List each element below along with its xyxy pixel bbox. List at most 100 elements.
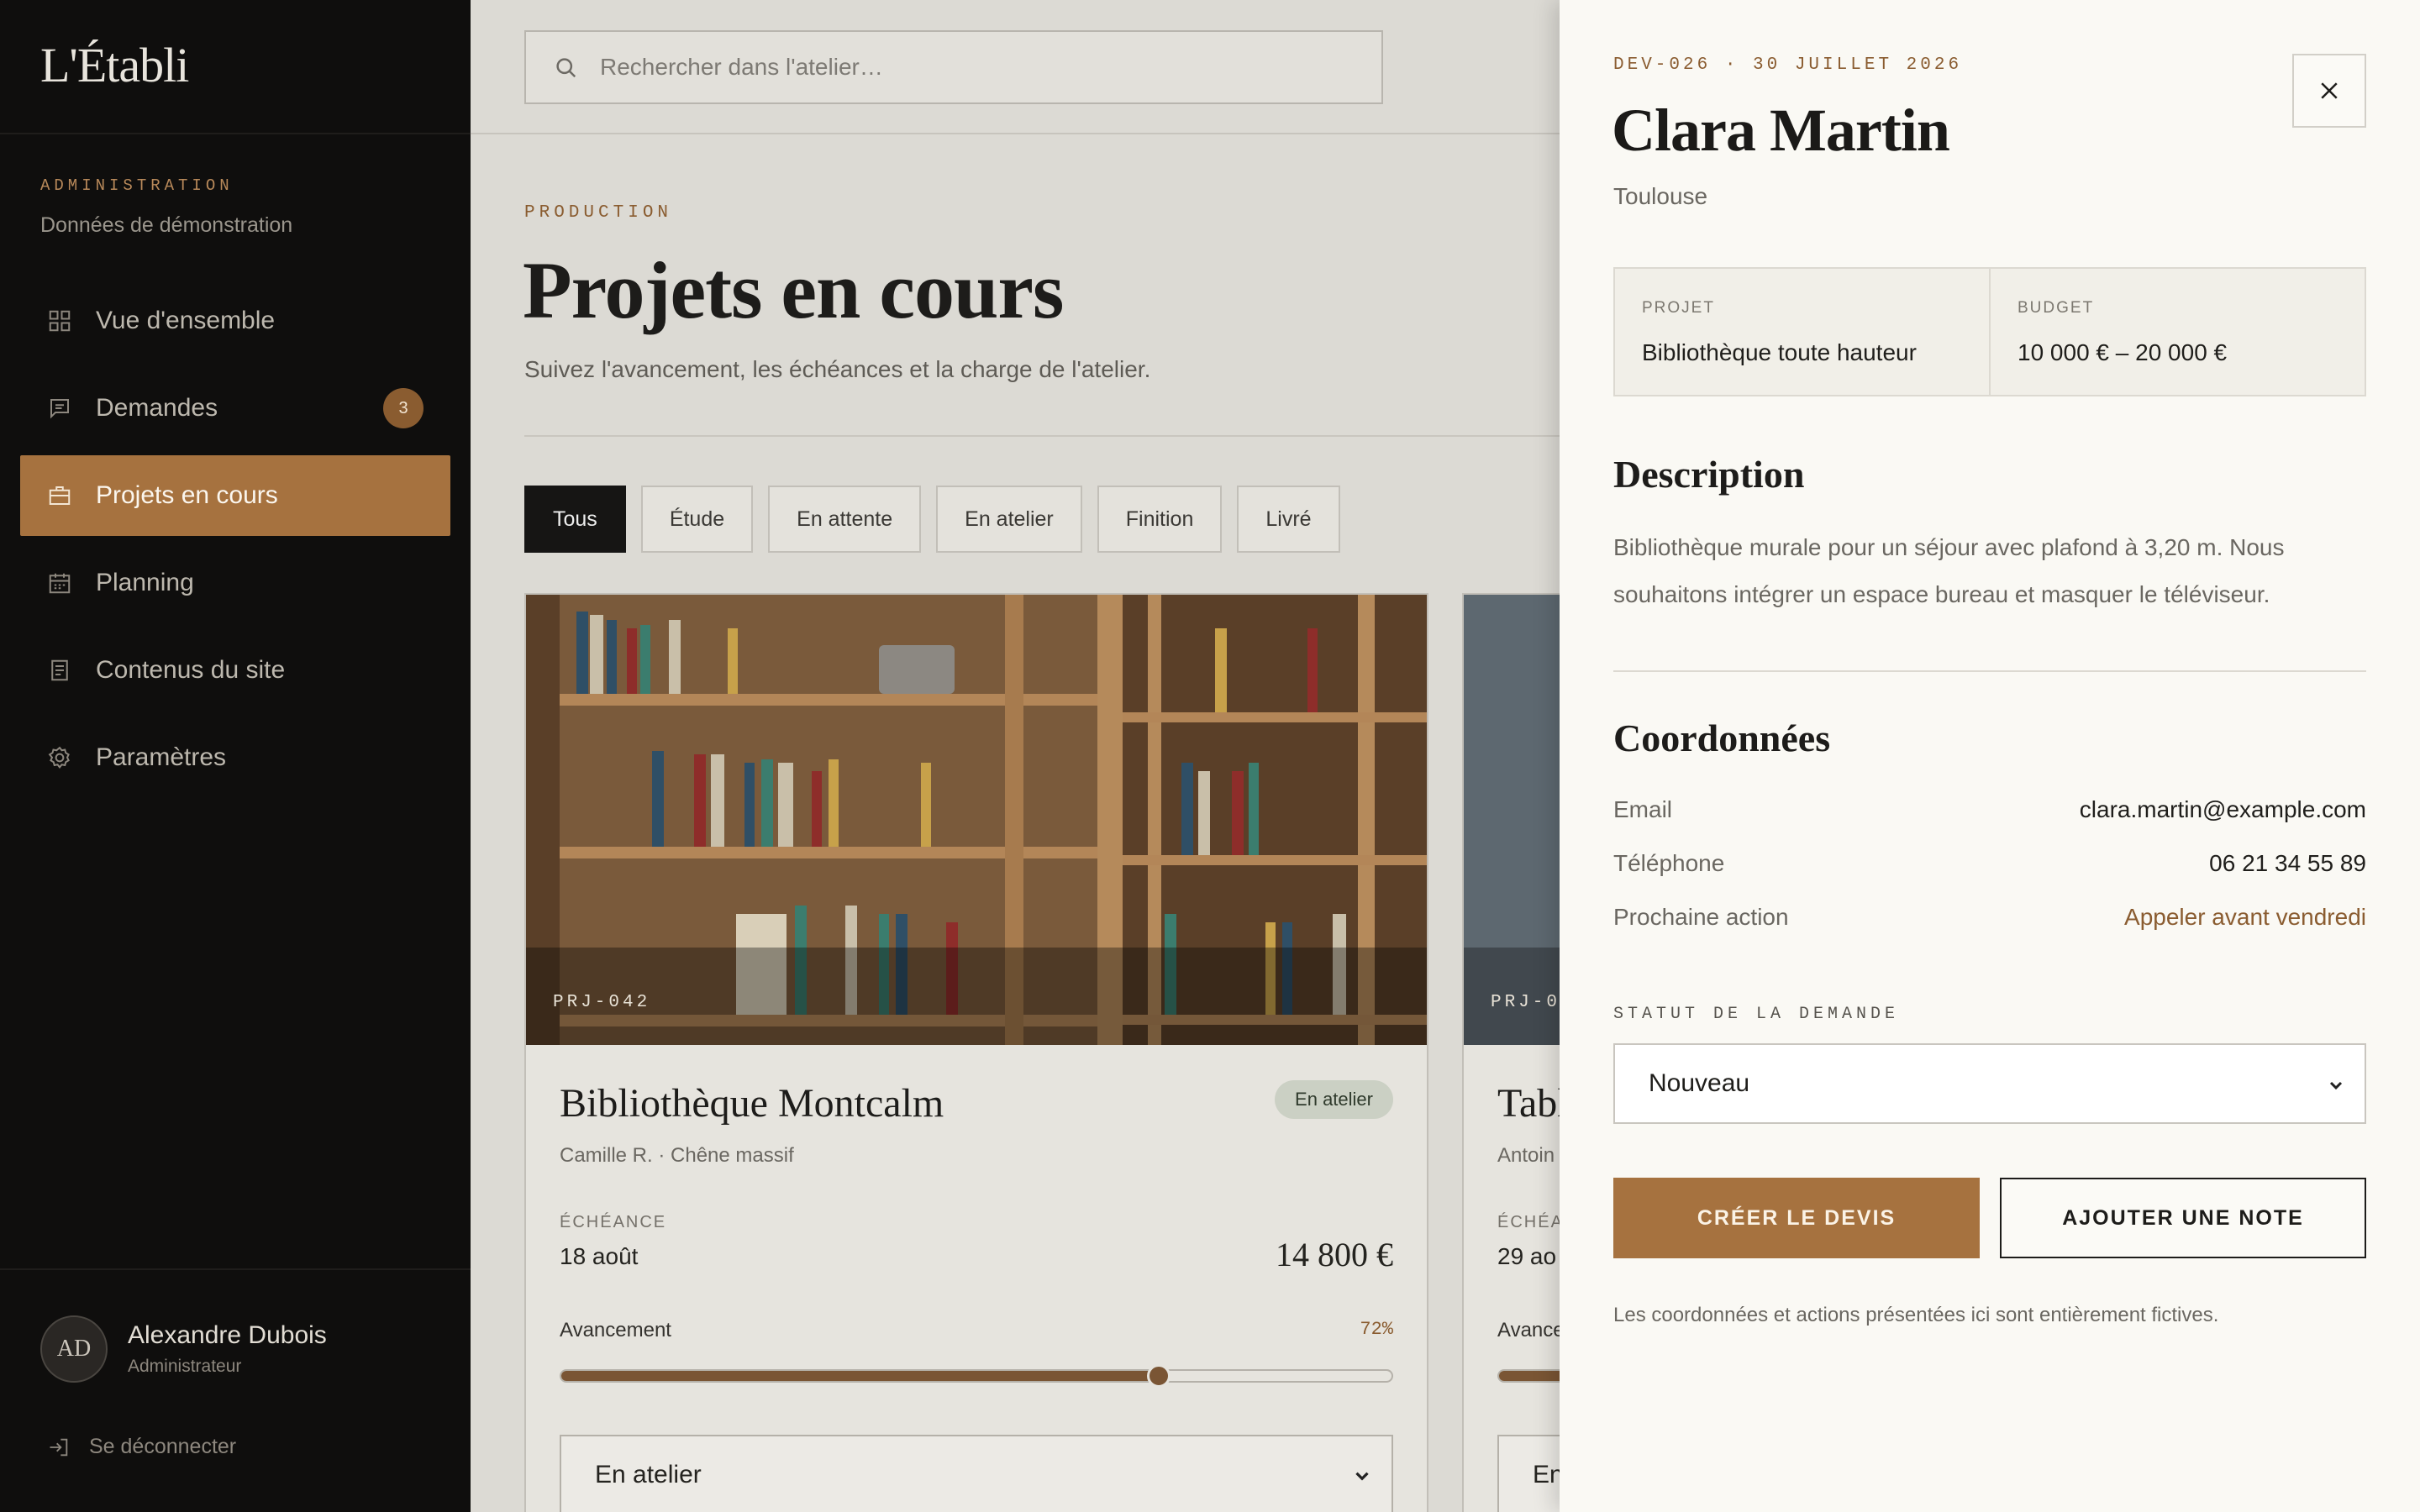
- search-placeholder: Rechercher dans l'atelier…: [600, 54, 883, 80]
- project-image: PRJ-04: [1464, 595, 1560, 1045]
- budget-cell: BUDGET 10 000 € – 20 000 €: [1989, 269, 2365, 395]
- sidebar-nav: Vue d'ensemble Demandes 3 Projets en cou…: [20, 281, 450, 805]
- chevron-down-icon: [2329, 1081, 2343, 1090]
- request-detail-panel: DEV-026 · 30 JUILLET 2026 Clara Martin T…: [1560, 0, 2420, 1512]
- project-meta: Camille R. · Chêne massif: [560, 1144, 794, 1167]
- main-content: Rechercher dans l'atelier… PRODUCTION Pr…: [471, 0, 1560, 1512]
- chevron-down-icon: [1355, 1472, 1369, 1481]
- logout-label: Se déconnecter: [89, 1435, 237, 1458]
- phone-label: Téléphone: [1613, 850, 1725, 876]
- sidebar: L'Établi ADMINISTRATION Données de démon…: [0, 0, 471, 1512]
- client-name: Clara Martin: [1612, 97, 1950, 164]
- filter-waiting[interactable]: En attente: [768, 486, 922, 553]
- sidebar-item-label: Contenus du site: [96, 656, 286, 684]
- project-title: Bibliothèque Montcalm: [560, 1081, 944, 1126]
- user-name: Alexandre Dubois: [128, 1321, 327, 1349]
- user-info: Alexandre Dubois Administrateur: [128, 1321, 327, 1377]
- disclaimer-note: Les coordonnées et actions présentées ic…: [1613, 1304, 2219, 1326]
- search-icon: [556, 58, 576, 78]
- request-status-select[interactable]: Nouveau: [1613, 1043, 2366, 1124]
- sidebar-item-content[interactable]: Contenus du site: [20, 630, 450, 711]
- status-label: STATUT DE LA DEMANDE: [1613, 1005, 1900, 1024]
- close-button[interactable]: [2292, 54, 2366, 128]
- deadline-label: ÉCHÉANCE: [560, 1213, 667, 1231]
- filter-study[interactable]: Étude: [640, 486, 754, 553]
- sidebar-divider: [0, 1268, 471, 1270]
- page-title: Projets en cours: [523, 245, 1064, 335]
- sidebar-item-label: Projets en cours: [96, 481, 278, 509]
- progress-label: Avancement: [560, 1319, 671, 1341]
- sidebar-item-settings[interactable]: Paramètres: [20, 717, 450, 798]
- user-role: Administrateur: [128, 1357, 242, 1376]
- status-select[interactable]: En: [1497, 1435, 1560, 1512]
- sidebar-item-label: Paramètres: [96, 743, 227, 771]
- project-title: Tabl: [1497, 1081, 1560, 1126]
- phone-row: Téléphone 06 21 34 55 89: [1613, 850, 2366, 877]
- grid-icon: [47, 308, 72, 333]
- user-profile[interactable]: AD Alexandre Dubois Administrateur: [40, 1315, 327, 1383]
- section-label: ADMINISTRATION: [40, 176, 234, 195]
- progress-slider[interactable]: [560, 1364, 1393, 1388]
- phone-value[interactable]: 06 21 34 55 89: [2209, 850, 2366, 877]
- gear-icon: [47, 745, 72, 770]
- select-value: En atelier: [595, 1461, 702, 1488]
- logout-icon: [50, 1438, 68, 1456]
- message-icon: [47, 396, 72, 421]
- page-subtitle: Suivez l'avancement, les échéances et la…: [524, 356, 1151, 382]
- sidebar-item-overview[interactable]: Vue d'ensemble: [20, 281, 450, 361]
- email-label: Email: [1613, 796, 1673, 822]
- budget-value: 10 000 € – 20 000 €: [2018, 339, 2228, 365]
- topbar: Rechercher dans l'atelier…: [471, 0, 1560, 134]
- create-quote-button[interactable]: CRÉER LE DEVIS: [1613, 1178, 1980, 1258]
- page-overline: PRODUCTION: [524, 203, 673, 223]
- project-code: PRJ-042: [553, 993, 651, 1012]
- progress-value: 72%: [1360, 1319, 1393, 1340]
- contact-heading: Coordonnées: [1613, 717, 1831, 759]
- project-card[interactable]: PRJ-04 Tabl Antoin ÉCHÉA 29 ao Avance En: [1462, 593, 1560, 1512]
- project-card[interactable]: PRJ-042 Bibliothèque Montcalm En atelier…: [524, 593, 1428, 1512]
- request-meta: DEV-026 · 30 JUILLET 2026: [1613, 55, 1963, 75]
- avatar: AD: [40, 1315, 108, 1383]
- progress-fill: [1499, 1371, 1560, 1381]
- sidebar-item-requests[interactable]: Demandes 3: [20, 368, 450, 449]
- sidebar-divider: [0, 133, 471, 134]
- project-label: PROJET: [1642, 299, 1715, 317]
- sidebar-section: ADMINISTRATION Données de démonstration: [40, 176, 292, 238]
- logout-button[interactable]: Se déconnecter: [47, 1435, 236, 1459]
- project-price: 14 800 €: [1276, 1236, 1393, 1273]
- sidebar-item-planning[interactable]: Planning: [20, 543, 450, 623]
- budget-label: BUDGET: [2018, 299, 2095, 317]
- filter-workshop[interactable]: En atelier: [936, 486, 1082, 553]
- select-value: En: [1533, 1461, 1560, 1488]
- progress-handle[interactable]: [1147, 1364, 1171, 1388]
- project-summary: PROJET Bibliothèque toute hauteur BUDGET…: [1613, 267, 2366, 396]
- filter-finishing[interactable]: Finition: [1097, 486, 1223, 553]
- briefcase-icon: [47, 483, 72, 508]
- section-subtitle: Données de démonstration: [40, 213, 293, 237]
- project-cell: PROJET Bibliothèque toute hauteur: [1615, 269, 1989, 395]
- close-icon: [2321, 82, 2338, 99]
- project-code: PRJ-04: [1491, 993, 1560, 1012]
- document-icon: [47, 658, 72, 683]
- deadline-value: 29 ao: [1497, 1243, 1557, 1269]
- page-divider: [524, 435, 1560, 437]
- next-action-label: Prochaine action: [1613, 904, 1789, 930]
- sidebar-item-projects[interactable]: Projets en cours: [20, 455, 450, 536]
- email-value[interactable]: clara.martin@example.com: [2080, 796, 2366, 823]
- next-action-value: Appeler avant vendredi: [2124, 904, 2366, 930]
- deadline-label: ÉCHÉA: [1497, 1213, 1560, 1231]
- status-select[interactable]: En atelier: [560, 1435, 1393, 1512]
- filter-all[interactable]: Tous: [524, 486, 626, 553]
- description-text: Bibliothèque murale pour un séjour avec …: [1613, 534, 2285, 607]
- calendar-icon: [47, 570, 72, 596]
- logo[interactable]: L'Établi: [40, 37, 189, 93]
- filter-delivered[interactable]: Livré: [1237, 486, 1340, 553]
- notification-badge: 3: [383, 388, 424, 428]
- add-note-button[interactable]: AJOUTER UNE NOTE: [2000, 1178, 2366, 1258]
- progress-fill: [561, 1371, 1160, 1381]
- email-row: Email clara.martin@example.com: [1613, 796, 2366, 823]
- project-image: PRJ-042: [526, 595, 1427, 1045]
- search-input[interactable]: Rechercher dans l'atelier…: [524, 30, 1383, 104]
- project-value: Bibliothèque toute hauteur: [1642, 339, 1917, 365]
- progress-slider[interactable]: [1497, 1369, 1560, 1383]
